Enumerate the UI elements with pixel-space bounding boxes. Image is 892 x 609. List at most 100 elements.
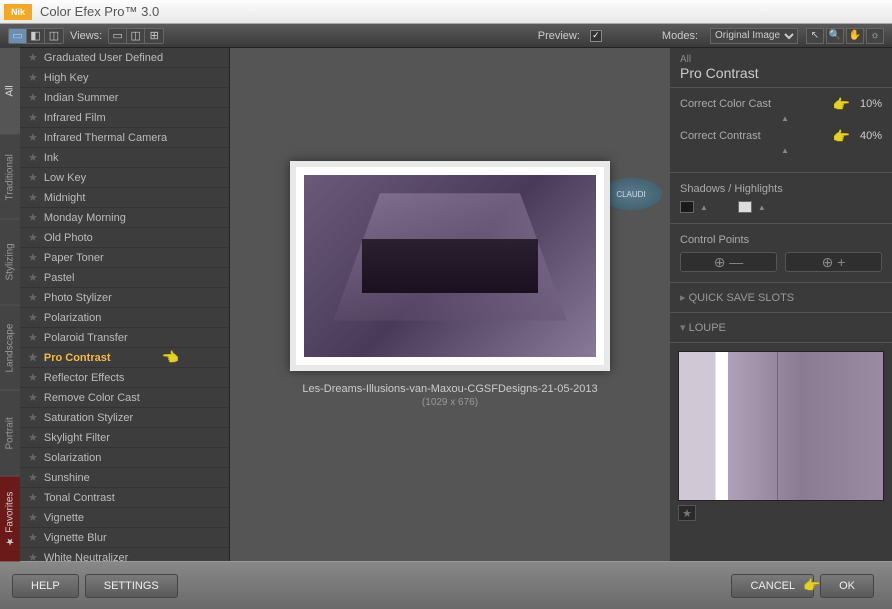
filter-label: Ink (44, 152, 59, 164)
star-icon[interactable]: ★ (28, 191, 38, 204)
filter-item[interactable]: ★Indian Summer (20, 88, 229, 108)
filter-label: Graduated User Defined (44, 52, 163, 64)
correct-color-cast-slider[interactable] (680, 118, 882, 122)
help-button[interactable]: HELP (12, 574, 79, 598)
vtab-portrait[interactable]: Portrait (0, 390, 20, 476)
star-icon[interactable]: ★ (28, 371, 38, 384)
star-icon[interactable]: ★ (28, 451, 38, 464)
filter-item[interactable]: ★Solarization (20, 448, 229, 468)
filter-item[interactable]: ★Pro Contrast👈 (20, 348, 229, 368)
loupe-favorite-button[interactable]: ★ (678, 505, 696, 521)
vtab-traditional[interactable]: Traditional (0, 134, 20, 220)
filter-item[interactable]: ★Polarization (20, 308, 229, 328)
view-side-icon[interactable]: ◫ (45, 29, 63, 43)
loupe-preview[interactable] (678, 351, 884, 501)
star-icon[interactable]: ★ (28, 351, 38, 364)
correct-contrast-slider[interactable] (680, 150, 882, 154)
filter-item[interactable]: ★Infrared Film (20, 108, 229, 128)
star-icon[interactable]: ★ (28, 111, 38, 124)
filter-label: Tonal Contrast (44, 492, 115, 504)
star-icon[interactable]: ★ (28, 471, 38, 484)
filter-item[interactable]: ★Skylight Filter (20, 428, 229, 448)
filter-item[interactable]: ★Vignette Blur (20, 528, 229, 548)
filter-item[interactable]: ★Pastel (20, 268, 229, 288)
settings-button[interactable]: SETTINGS (85, 574, 178, 598)
star-icon[interactable]: ★ (28, 551, 38, 561)
filter-item[interactable]: ★ Tonal Contrast (20, 488, 229, 508)
cancel-button[interactable]: CANCEL (731, 574, 814, 598)
star-icon[interactable]: ★ (28, 271, 38, 284)
filter-item[interactable]: ★Remove Color Cast (20, 388, 229, 408)
star-icon[interactable]: ★ (28, 51, 38, 64)
layout-1-icon[interactable]: ▭ (109, 29, 127, 43)
layout-segment[interactable]: ▭ ◫ ⊞ (108, 28, 164, 44)
star-icon[interactable]: ★ (28, 511, 38, 524)
vtab-landscape[interactable]: Landscape (0, 305, 20, 391)
modes-select[interactable]: Original Image (710, 28, 798, 44)
filter-item[interactable]: ★Polaroid Transfer (20, 328, 229, 348)
filter-item[interactable]: ★Midnight (20, 188, 229, 208)
star-icon[interactable]: ★ (28, 311, 38, 324)
star-icon[interactable]: ★ (28, 131, 38, 144)
filter-item[interactable]: ★White Neutralizer (20, 548, 229, 561)
highlights-swatch[interactable] (738, 201, 752, 213)
view-mode-segment[interactable]: ▭ ◧ ◫ (8, 28, 64, 44)
star-icon[interactable]: ★ (28, 71, 38, 84)
sliders-section: Correct Color Cast 👉 10% Correct Contras… (670, 88, 892, 173)
filter-item[interactable]: ★ Ink (20, 148, 229, 168)
star-icon[interactable]: ★ (28, 231, 38, 244)
shadows-swatch[interactable] (680, 201, 694, 213)
filter-item[interactable]: ★Vignette (20, 508, 229, 528)
add-control-point-button[interactable]: ⊕ — (680, 252, 777, 272)
filter-item[interactable]: ★Sunshine (20, 468, 229, 488)
vtab-favorites[interactable]: ★ Favorites (0, 476, 20, 562)
highlights-slider-icon[interactable]: ▲ (758, 203, 766, 212)
pointer-tool-icon[interactable]: ↖ (806, 28, 824, 44)
star-icon[interactable]: ★ (28, 211, 38, 224)
star-icon[interactable]: ★ (28, 171, 38, 184)
filter-item[interactable]: ★Saturation Stylizer (20, 408, 229, 428)
filter-item[interactable]: ★Low Key (20, 168, 229, 188)
zoom-tool-icon[interactable]: 🔍 (826, 28, 844, 44)
filter-item[interactable]: ★Reflector Effects (20, 368, 229, 388)
filter-item[interactable]: ★Monday Morning (20, 208, 229, 228)
preview-label: Preview: (538, 30, 580, 42)
star-icon[interactable]: ★ (28, 91, 38, 104)
hand-tool-icon[interactable]: ✋ (846, 28, 864, 44)
star-icon[interactable]: ★ (28, 251, 38, 264)
star-icon[interactable]: ★ (28, 151, 38, 164)
loupe-header[interactable]: LOUPE (670, 313, 892, 343)
ok-button[interactable]: 👉OK (820, 574, 874, 598)
view-split-icon[interactable]: ◧ (27, 29, 45, 43)
star-icon[interactable]: ★ (28, 291, 38, 304)
add-control-point-plus-button[interactable]: ⊕ + (785, 252, 882, 272)
view-single-icon[interactable]: ▭ (9, 29, 27, 43)
quick-save-header[interactable]: QUICK SAVE SLOTS (670, 283, 892, 313)
layout-3-icon[interactable]: ⊞ (145, 29, 163, 43)
star-icon[interactable]: ★ (28, 331, 38, 344)
preview-image[interactable] (290, 161, 610, 371)
filter-item[interactable]: ★Photo Stylizer (20, 288, 229, 308)
star-icon[interactable]: ★ (28, 431, 38, 444)
vtab-stylizing[interactable]: Stylizing (0, 219, 20, 305)
correct-color-cast-row: Correct Color Cast 👉 10% (680, 98, 882, 110)
filter-list[interactable]: ★ Graduated User Defined ★High Key★Indian … (20, 48, 230, 561)
star-icon[interactable]: ★ (28, 531, 38, 544)
vtab-all[interactable]: All (0, 48, 20, 134)
filter-item[interactable]: ★High Key (20, 68, 229, 88)
layout-2-icon[interactable]: ◫ (127, 29, 145, 43)
filter-item[interactable]: ★ Paper Toner (20, 248, 229, 268)
light-tool-icon[interactable]: ☼ (866, 28, 884, 44)
star-icon[interactable]: ★ (28, 391, 38, 404)
filter-label: Paper Toner (44, 252, 104, 264)
panel-header: All Pro Contrast (670, 48, 892, 88)
controls-panel: All Pro Contrast Correct Color Cast 👉 10… (670, 48, 892, 561)
star-icon[interactable]: ★ (28, 491, 38, 504)
filter-item[interactable]: ★ Graduated User Defined (20, 48, 229, 68)
shadows-slider-icon[interactable]: ▲ (700, 203, 708, 212)
star-icon[interactable]: ★ (28, 411, 38, 424)
preview-checkbox[interactable]: ✓ (590, 30, 602, 42)
shadows-section: Shadows / Highlights ▲ ▲ (670, 173, 892, 224)
filter-item[interactable]: ★Old Photo (20, 228, 229, 248)
filter-item[interactable]: ★Infrared Thermal Camera (20, 128, 229, 148)
